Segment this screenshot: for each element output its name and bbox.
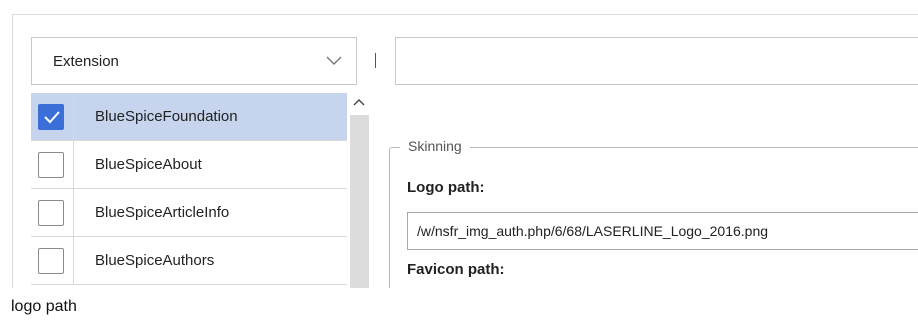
extension-checkbox[interactable] bbox=[38, 200, 64, 226]
column-divider bbox=[73, 189, 74, 236]
scrollbar-thumb[interactable] bbox=[350, 115, 369, 293]
column-divider bbox=[73, 237, 74, 284]
extension-checkbox[interactable] bbox=[38, 248, 64, 274]
column-divider bbox=[73, 93, 74, 140]
extension-label: BlueSpiceAbout bbox=[95, 156, 202, 173]
chevron-up-icon[interactable] bbox=[353, 98, 365, 106]
logo-path-label: Logo path: bbox=[407, 179, 485, 196]
extension-row-bluespicearticleinfo[interactable]: BlueSpiceArticleInfo bbox=[31, 189, 347, 237]
extension-checkbox[interactable] bbox=[38, 104, 64, 130]
skinning-legend: Skinning bbox=[400, 138, 470, 154]
extension-label: BlueSpiceAuthors bbox=[95, 252, 215, 269]
extension-label: BlueSpiceFoundation bbox=[95, 108, 238, 125]
search-input[interactable] bbox=[395, 37, 918, 85]
extension-checkbox[interactable] bbox=[38, 152, 64, 178]
extension-row-bluespiceabout[interactable]: BlueSpiceAbout bbox=[31, 141, 347, 189]
logo-path-input[interactable] bbox=[407, 212, 918, 250]
column-divider bbox=[73, 141, 74, 188]
chevron-down-icon bbox=[326, 56, 342, 65]
filter-dropdown[interactable]: Extension bbox=[31, 37, 357, 85]
tooltip: logo path bbox=[0, 288, 918, 327]
extension-list: BlueSpiceFoundation BlueSpiceAbout BlueS… bbox=[31, 93, 347, 293]
favicon-path-label: Favicon path: bbox=[407, 261, 505, 278]
extension-row-bluespiceauthors[interactable]: BlueSpiceAuthors bbox=[31, 237, 347, 285]
extension-row-bluespicefoundation[interactable]: BlueSpiceFoundation bbox=[31, 93, 347, 141]
extension-list-scrollbar[interactable] bbox=[347, 93, 372, 293]
filter-dropdown-value: Extension bbox=[53, 52, 119, 70]
checkmark-icon bbox=[44, 111, 60, 124]
tooltip-text: logo path bbox=[11, 298, 77, 315]
extension-label: BlueSpiceArticleInfo bbox=[95, 204, 230, 221]
text-cursor-divider bbox=[375, 53, 376, 68]
